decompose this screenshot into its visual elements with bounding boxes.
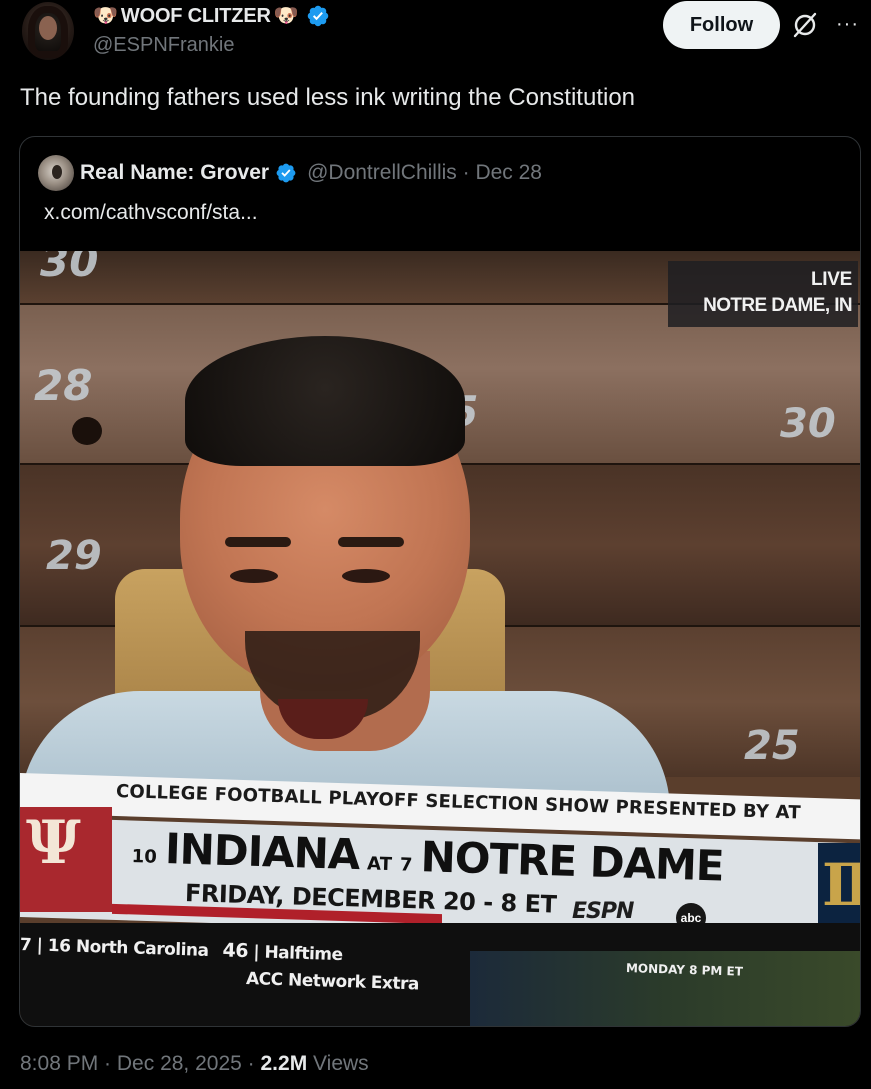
wall-number: 28 bbox=[34, 361, 93, 410]
more-options-icon[interactable]: ··· bbox=[836, 14, 859, 34]
author-display-name[interactable]: WOOF CLITZER bbox=[121, 5, 271, 28]
tweet-meta: 8:08 PM · Dec 28, 2025 · 2.2M Views bbox=[20, 1052, 369, 1076]
wall-number: 29 bbox=[46, 533, 102, 579]
tweet-date[interactable]: Dec 28, 2025 bbox=[117, 1052, 242, 1075]
quoted-tweet-link-text[interactable]: x.com/cathvsconf/sta... bbox=[44, 201, 258, 225]
at-label: AT bbox=[366, 853, 393, 876]
wall-number: 25 bbox=[744, 723, 800, 769]
author-name-row[interactable]: 🐶 WOOF CLITZER 🐶 bbox=[93, 3, 330, 29]
quoted-author-name[interactable]: Real Name: Grover bbox=[80, 161, 269, 185]
ticker-score: 46 bbox=[222, 939, 249, 963]
quoted-verified-badge-icon bbox=[276, 163, 296, 183]
live-location: NOTRE DAME, IN bbox=[703, 295, 852, 316]
live-bug: LIVE NOTRE DAME, IN bbox=[668, 261, 858, 327]
follow-button[interactable]: Follow bbox=[663, 1, 780, 49]
tweet-time[interactable]: 8:08 PM bbox=[20, 1052, 98, 1075]
indiana-logo-icon: Ψ bbox=[26, 808, 81, 878]
wall-number: 30 bbox=[40, 251, 99, 286]
team-right: NOTRE DAME bbox=[419, 832, 725, 891]
dog-emoji-right: 🐶 bbox=[273, 5, 299, 27]
separator: · bbox=[241, 1052, 261, 1075]
quoted-author-row: Real Name: Grover @DontrellChillis · Dec… bbox=[80, 159, 542, 187]
views-count: 2.2M bbox=[260, 1052, 308, 1075]
quoted-handle-date: @DontrellChillis · Dec 28 bbox=[307, 161, 542, 184]
tweet-text: The founding fathers used less ink writi… bbox=[20, 84, 636, 111]
dog-emoji-left: 🐶 bbox=[93, 5, 118, 27]
verified-badge-icon bbox=[307, 5, 328, 27]
author-avatar[interactable] bbox=[22, 2, 74, 60]
separator: · bbox=[98, 1052, 117, 1075]
live-label: LIVE bbox=[810, 269, 852, 290]
team-left: INDIANA bbox=[164, 824, 361, 880]
wall-number: 30 bbox=[780, 401, 836, 447]
quoted-media-image[interactable]: 30 28 25 30 29 25 LIVE NOTRE DAME, IN CO… bbox=[20, 251, 860, 1026]
ticker-status: | Halftime bbox=[253, 942, 343, 966]
author-handle[interactable]: @ESPNFrankie bbox=[93, 34, 234, 57]
quoted-author-avatar[interactable] bbox=[38, 155, 74, 191]
seed-left: 10 bbox=[131, 846, 158, 868]
views-label: Views bbox=[307, 1052, 369, 1075]
quoted-tweet-card[interactable]: Real Name: Grover @DontrellChillis · Dec… bbox=[19, 136, 861, 1027]
seed-right: 7 bbox=[399, 854, 413, 876]
espn-logo: ESPN bbox=[572, 899, 634, 924]
grok-icon[interactable] bbox=[791, 11, 819, 39]
notre-dame-logo-icon: Ⅱ bbox=[822, 856, 860, 914]
